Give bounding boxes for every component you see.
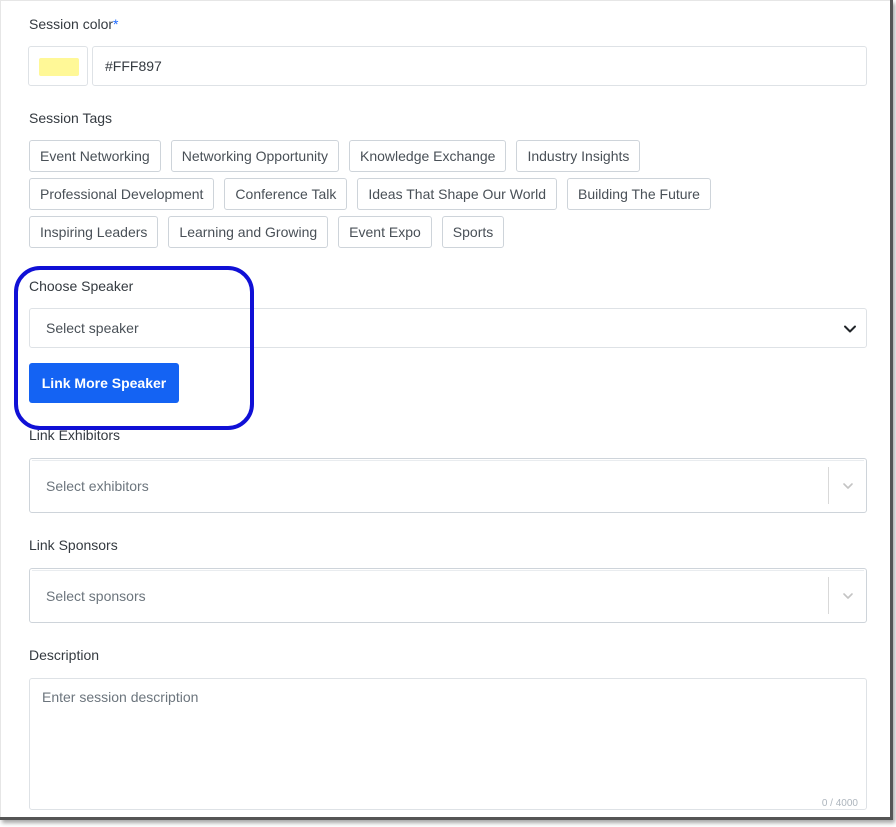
session-tags-label: Session Tags xyxy=(29,110,113,126)
color-picker-button[interactable] xyxy=(28,46,88,86)
multiselect-inner-border xyxy=(32,570,864,571)
required-mark: * xyxy=(113,16,119,32)
session-tag[interactable]: Knowledge Exchange xyxy=(349,140,507,172)
speaker-select-value: Select speaker xyxy=(46,320,139,336)
link-more-speaker-button[interactable]: Link More Speaker xyxy=(29,363,179,403)
exhibitors-placeholder: Select exhibitors xyxy=(46,477,149,494)
session-tag[interactable]: Sports xyxy=(441,216,505,248)
session-tags-list: Event Networking Networking Opportunity Kn… xyxy=(29,140,869,254)
tag-row: Professional Development Conference Talk I… xyxy=(29,178,869,210)
chevron-down-icon[interactable] xyxy=(841,589,855,603)
session-tag[interactable]: Learning and Growing xyxy=(168,216,329,248)
multiselect-inner-border xyxy=(32,460,864,461)
dropdown-separator xyxy=(828,577,829,614)
session-tag[interactable]: Ideas That Shape Our World xyxy=(357,178,558,210)
color-swatch xyxy=(39,58,79,76)
session-tag[interactable]: Event Expo xyxy=(338,216,432,248)
session-color-label: Session color* xyxy=(29,16,119,32)
character-counter: 0 / 4000 xyxy=(821,798,858,809)
tag-row: Inspiring Leaders Learning and Growing Eve… xyxy=(29,216,869,248)
dropdown-separator xyxy=(828,467,829,504)
link-sponsors-label: Link Sponsors xyxy=(29,537,118,553)
session-tag[interactable]: Inspiring Leaders xyxy=(29,216,159,248)
session-color-label-text: Session color xyxy=(29,16,114,32)
session-tag[interactable]: Event Networking xyxy=(29,140,161,172)
session-form-panel: Session color* #FFF897 Session Tags Even… xyxy=(0,0,893,820)
exhibitors-multiselect[interactable]: Select exhibitors xyxy=(29,458,867,513)
description-placeholder: Enter session description xyxy=(42,689,199,705)
session-tag[interactable]: Industry Insights xyxy=(516,140,641,172)
session-color-input[interactable]: #FFF897 xyxy=(92,46,867,86)
panel-left-border xyxy=(0,0,1,817)
sponsors-multiselect[interactable]: Select sponsors xyxy=(29,568,867,623)
session-tag[interactable]: Conference Talk xyxy=(224,178,348,210)
description-textarea[interactable]: Enter session description 0 / 4000 xyxy=(29,678,867,810)
panel-top-border xyxy=(0,0,890,1)
session-tag[interactable]: Professional Development xyxy=(29,178,215,210)
session-tag[interactable]: Networking Opportunity xyxy=(170,140,340,172)
chevron-down-icon xyxy=(844,325,856,333)
choose-speaker-label: Choose Speaker xyxy=(29,278,134,294)
session-color-value: #FFF897 xyxy=(105,58,162,74)
description-label: Description xyxy=(29,647,100,663)
tag-row: Event Networking Networking Opportunity Kn… xyxy=(29,140,869,172)
link-exhibitors-label: Link Exhibitors xyxy=(29,427,121,443)
speaker-select[interactable]: Select speaker xyxy=(29,308,867,348)
sponsors-placeholder: Select sponsors xyxy=(46,587,146,604)
session-tag[interactable]: Building The Future xyxy=(567,178,711,210)
chevron-down-icon[interactable] xyxy=(841,479,855,493)
